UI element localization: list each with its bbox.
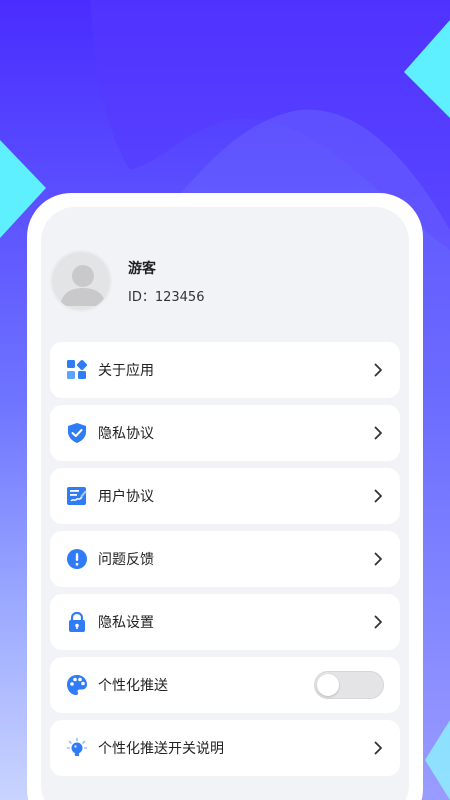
chevron-right-icon: [372, 741, 384, 755]
app-grid-icon: [66, 359, 88, 381]
user-name: 游客: [128, 260, 156, 277]
exclamation-icon: [66, 548, 88, 570]
user-id: ID：123456: [128, 289, 205, 305]
settings-screen: 游客 ID：123456 关于应用 隐私协议 用户协议 问题反馈 隐私设置 个性…: [41, 207, 409, 800]
chevron-right-icon: [372, 489, 384, 503]
menu-item-feedback[interactable]: 问题反馈: [50, 531, 400, 587]
menu-label: 问题反馈: [98, 552, 154, 568]
menu-label: 隐私协议: [98, 426, 154, 442]
menu-label: 用户协议: [98, 489, 154, 505]
menu-item-privacy-settings[interactable]: 隐私设置: [50, 594, 400, 650]
chevron-right-icon: [372, 426, 384, 440]
personalized-push-toggle[interactable]: [314, 671, 384, 699]
shield-check-icon: [66, 422, 88, 444]
menu-item-about-app[interactable]: 关于应用: [50, 342, 400, 398]
menu-item-push-explanation[interactable]: 个性化推送开关说明: [50, 720, 400, 776]
menu-label: 个性化推送: [98, 678, 168, 694]
toggle-knob: [317, 674, 339, 696]
avatar[interactable]: [50, 250, 112, 312]
menu-item-personalized-push[interactable]: 个性化推送: [50, 657, 400, 713]
palette-icon: [66, 674, 88, 696]
chevron-right-icon: [372, 615, 384, 629]
document-sign-icon: [66, 485, 88, 507]
chevron-right-icon: [372, 552, 384, 566]
settings-menu: 关于应用 隐私协议 用户协议 问题反馈 隐私设置 个性化推送 个性化推送开关说明: [50, 342, 400, 783]
user-silhouette-icon: [60, 265, 106, 306]
chevron-right-icon: [372, 363, 384, 377]
menu-item-user-agreement[interactable]: 用户协议: [50, 468, 400, 524]
menu-label: 关于应用: [98, 363, 154, 379]
menu-label: 隐私设置: [98, 615, 154, 631]
menu-item-privacy-policy[interactable]: 隐私协议: [50, 405, 400, 461]
phone-frame: 游客 ID：123456 关于应用 隐私协议 用户协议 问题反馈 隐私设置 个性…: [27, 193, 423, 800]
lock-icon: [66, 611, 88, 633]
lightbulb-icon: [66, 737, 88, 759]
user-profile[interactable]: 游客 ID：123456: [50, 250, 204, 312]
menu-label: 个性化推送开关说明: [98, 741, 224, 757]
